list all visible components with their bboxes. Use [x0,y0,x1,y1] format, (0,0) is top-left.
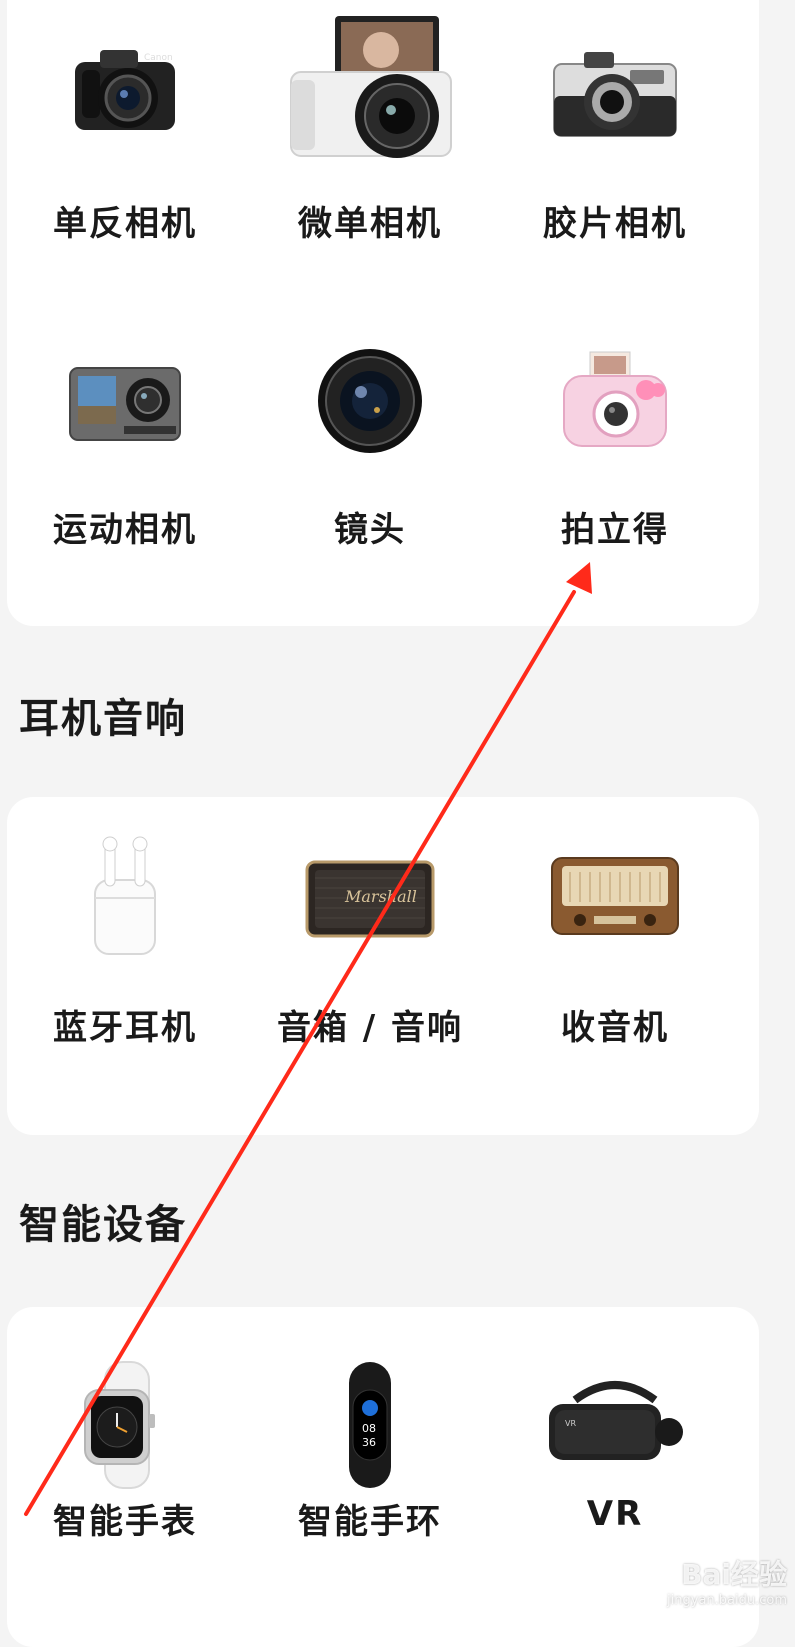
category-radio[interactable]: 收音机 [490,828,740,1088]
watermark-url: jingyan.baidu.com [667,1593,787,1608]
svg-text:Marshall: Marshall [344,887,417,906]
action-camera-icon [69,367,181,441]
lens-icon [318,349,422,453]
category-lens[interactable]: 镜头 [245,320,495,570]
category-label: 蓝牙耳机 [53,1008,197,1048]
film-camera-icon [553,52,677,137]
dslr-camera-icon: Canon [75,50,175,130]
category-fitness-band[interactable]: 08 36 智能手环 [245,1336,495,1606]
category-label: 音箱 / 音响 [276,1008,464,1048]
category-action-camera[interactable]: 运动相机 [0,320,250,570]
category-label: 收音机 [561,1008,669,1048]
category-label: 智能手环 [298,1502,442,1542]
smartwatch-icon [84,1361,155,1489]
category-mirrorless-camera[interactable]: 微单相机 [245,0,495,250]
category-label: 运动相机 [53,510,197,550]
category-label: 镜头 [334,510,406,550]
category-label: 智能手表 [53,1502,197,1542]
section-title-smart-devices: 智能设备 [19,1202,187,1248]
instant-camera-icon [563,351,667,447]
watermark: Bai经验 jingyan.baidu.com [667,1553,787,1608]
watermark-logo-text: Bai经验 [681,1558,787,1591]
category-label: VR [586,1494,644,1534]
fitness-band-icon: 08 36 [349,1362,391,1488]
category-speaker[interactable]: Marshall 音箱 / 音响 [245,828,495,1088]
category-bluetooth-earbuds[interactable]: 蓝牙耳机 [0,828,250,1088]
section-title-audio: 耳机音响 [19,696,187,742]
category-label: 拍立得 [561,510,669,550]
radio-icon [551,857,679,935]
category-dslr-camera[interactable]: Canon 单反相机 [0,0,250,250]
mirrorless-camera-icon [290,16,452,158]
category-smartwatch[interactable]: 智能手表 [0,1336,250,1606]
category-label: 微单相机 [298,204,442,244]
svg-text:36: 36 [362,1436,376,1449]
category-label: 胶片相机 [543,204,687,244]
speaker-icon: Marshall [305,860,435,938]
svg-text:VR: VR [565,1419,576,1428]
category-instant-camera[interactable]: 拍立得 [490,320,740,570]
svg-text:08: 08 [362,1422,376,1435]
category-film-camera[interactable]: 胶片相机 [490,0,740,250]
earbuds-icon [94,836,156,955]
vr-headset-icon: VR [549,1381,683,1460]
svg-text:Canon: Canon [144,53,173,63]
category-label: 单反相机 [53,204,197,244]
